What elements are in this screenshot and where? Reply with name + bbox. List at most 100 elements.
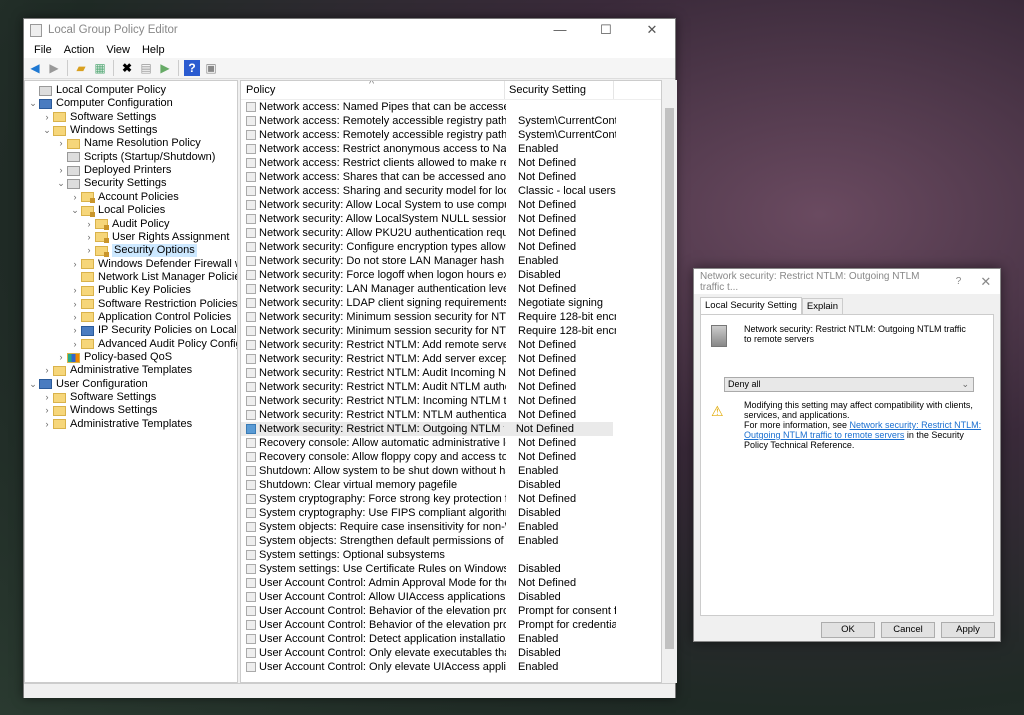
chevron-down-icon[interactable]: ⌄ — [27, 378, 39, 391]
table-row[interactable]: Network access: Remotely accessible regi… — [241, 114, 661, 128]
table-row[interactable]: Network security: LAN Manager authentica… — [241, 282, 661, 296]
table-row[interactable]: Shutdown: Clear virtual memory pagefile D… — [241, 478, 661, 492]
tree-item[interactable]: › Windows Defender Firewall with Ac — [69, 258, 238, 271]
table-row[interactable]: Network security: Minimum session securi… — [241, 310, 661, 324]
help-button[interactable]: ? — [945, 276, 971, 287]
chevron-right-icon[interactable]: › — [55, 137, 67, 150]
chevron-right-icon[interactable]: › — [69, 284, 81, 297]
back-icon[interactable]: ◀ — [27, 60, 43, 76]
delete-icon[interactable]: ✖ — [119, 60, 135, 76]
chevron-right-icon[interactable]: › — [55, 164, 67, 177]
table-row[interactable]: User Account Control: Behavior of the el… — [241, 618, 661, 632]
chevron-right-icon[interactable]: › — [83, 231, 95, 244]
menu-file[interactable]: File — [28, 44, 58, 56]
table-row[interactable]: User Account Control: Admin Approval Mod… — [241, 576, 661, 590]
tab-local-security-setting[interactable]: Local Security Setting — [700, 297, 802, 314]
cancel-button[interactable]: Cancel — [881, 622, 935, 638]
table-row[interactable]: Network security: Allow PKU2U authentica… — [241, 226, 661, 240]
tree-item[interactable]: › Advanced Audit Policy Configurati — [69, 338, 238, 351]
chevron-right-icon[interactable]: › — [69, 258, 81, 271]
tree-item[interactable]: ⌄ Windows Settings — [41, 124, 157, 137]
table-row[interactable]: User Account Control: Behavior of the el… — [241, 604, 661, 618]
table-row[interactable]: Network security: LDAP client signing re… — [241, 296, 661, 310]
chevron-right-icon[interactable]: › — [41, 111, 53, 124]
properties-icon[interactable]: ▤ — [138, 60, 154, 76]
close-button[interactable]: ✕ — [629, 22, 675, 38]
tree-item[interactable]: › Administrative Templates — [41, 364, 193, 377]
table-row[interactable]: Network security: Restrict NTLM: Add rem… — [241, 338, 661, 352]
table-row[interactable]: System cryptography: Force strong key pr… — [241, 492, 661, 506]
table-row[interactable]: Network access: Sharing and security mod… — [241, 184, 661, 198]
console-icon[interactable]: ▣ — [203, 60, 219, 76]
table-row[interactable]: System settings: Optional subsystems — [241, 548, 661, 562]
table-row[interactable]: Network access: Named Pipes that can be … — [241, 100, 661, 114]
table-row[interactable]: Recovery console: Allow floppy copy and … — [241, 450, 661, 464]
table-row[interactable]: Network security: Force logoff when logo… — [241, 268, 661, 282]
chevron-right-icon[interactable]: › — [41, 404, 53, 417]
table-row[interactable]: Network security: Allow Local System to … — [241, 198, 661, 212]
table-row[interactable]: Network security: Restrict NTLM: NTLM au… — [241, 408, 661, 422]
apply-button[interactable]: Apply — [941, 622, 995, 638]
tree-item[interactable]: › Software Settings — [41, 391, 157, 404]
chevron-right-icon[interactable]: › — [69, 324, 81, 337]
table-row[interactable]: System settings: Use Certificate Rules o… — [241, 562, 661, 576]
minimize-button[interactable]: — — [537, 22, 583, 38]
ok-button[interactable]: OK — [821, 622, 875, 638]
table-row[interactable]: Network security: Do not store LAN Manag… — [241, 254, 661, 268]
tree-item[interactable]: › Account Policies — [69, 191, 179, 204]
up-folder-icon[interactable]: ▰ — [73, 60, 89, 76]
table-row[interactable]: System objects: Require case insensitivi… — [241, 520, 661, 534]
chevron-down-icon[interactable]: ⌄ — [27, 97, 39, 110]
table-row[interactable]: System objects: Strengthen default permi… — [241, 534, 661, 548]
table-row[interactable]: Network security: Restrict NTLM: Incomin… — [241, 394, 661, 408]
table-row[interactable]: Network security: Restrict NTLM: Outgoin… — [241, 422, 613, 436]
chevron-down-icon[interactable]: ⌄ — [69, 204, 81, 217]
tree-item[interactable]: ⌄ Computer Configuration — [27, 97, 173, 110]
tree-item[interactable]: Scripts (Startup/Shutdown) — [55, 151, 215, 164]
chevron-right-icon[interactable]: › — [83, 218, 95, 231]
table-row[interactable]: Network access: Shares that can be acces… — [241, 170, 661, 184]
chevron-right-icon[interactable]: › — [69, 191, 81, 204]
tree-item[interactable]: › IP Security Policies on Local Compu — [69, 324, 238, 337]
table-row[interactable]: Network security: Configure encryption t… — [241, 240, 661, 254]
table-row[interactable]: Recovery console: Allow automatic admini… — [241, 436, 661, 450]
table-row[interactable]: User Account Control: Only elevate UIAcc… — [241, 660, 661, 674]
table-row[interactable]: Network security: Restrict NTLM: Audit I… — [241, 366, 661, 380]
show-hide-tree-icon[interactable]: ▦ — [92, 60, 108, 76]
menu-view[interactable]: View — [100, 44, 136, 56]
tree-item[interactable]: ⌄ Local Policies — [69, 204, 165, 217]
chevron-right-icon[interactable]: › — [55, 351, 67, 364]
tree-item[interactable]: › User Rights Assignment — [83, 231, 229, 244]
chevron-right-icon[interactable]: › — [69, 298, 81, 311]
scrollbar-thumb[interactable] — [665, 108, 674, 649]
tree-item[interactable]: › Application Control Policies — [69, 311, 232, 324]
tree-item[interactable]: › Policy-based QoS — [55, 351, 173, 364]
help-icon[interactable]: ? — [184, 60, 200, 76]
table-row[interactable]: Network security: Minimum session securi… — [241, 324, 661, 338]
table-row[interactable]: Network security: Restrict NTLM: Add ser… — [241, 352, 661, 366]
chevron-right-icon[interactable]: › — [69, 338, 81, 351]
dialog-close-button[interactable]: ✕ — [972, 274, 1000, 290]
tab-explain[interactable]: Explain — [801, 298, 844, 314]
column-header-policy[interactable]: Policy ^ — [246, 81, 505, 99]
menu-help[interactable]: Help — [136, 44, 171, 56]
chevron-right-icon[interactable]: › — [41, 364, 53, 377]
chevron-right-icon[interactable]: › — [83, 244, 95, 257]
chevron-down-icon[interactable]: ⌄ — [41, 124, 53, 137]
tree-item[interactable]: › Security Options — [83, 244, 197, 258]
tree-item[interactable]: › Administrative Templates — [41, 418, 193, 431]
table-row[interactable]: Network security: Allow LocalSystem NULL… — [241, 212, 661, 226]
tree-item[interactable]: › Windows Settings — [41, 404, 158, 417]
tree-item[interactable]: Local Computer Policy — [27, 84, 166, 97]
tree-item[interactable]: Network List Manager Policies — [69, 271, 237, 284]
table-row[interactable]: User Account Control: Only elevate execu… — [241, 646, 661, 660]
chevron-right-icon[interactable]: › — [69, 311, 81, 324]
table-row[interactable]: Shutdown: Allow system to be shut down w… — [241, 464, 661, 478]
tree-item[interactable]: › Name Resolution Policy — [55, 137, 201, 150]
chevron-down-icon[interactable]: ⌄ — [55, 177, 67, 190]
tree-item[interactable]: › Software Restriction Policies — [69, 298, 238, 311]
chevron-right-icon[interactable]: › — [41, 418, 53, 431]
vertical-scrollbar[interactable] — [662, 80, 677, 683]
table-row[interactable]: Network access: Restrict anonymous acces… — [241, 142, 661, 156]
table-row[interactable]: User Account Control: Detect application… — [241, 632, 661, 646]
